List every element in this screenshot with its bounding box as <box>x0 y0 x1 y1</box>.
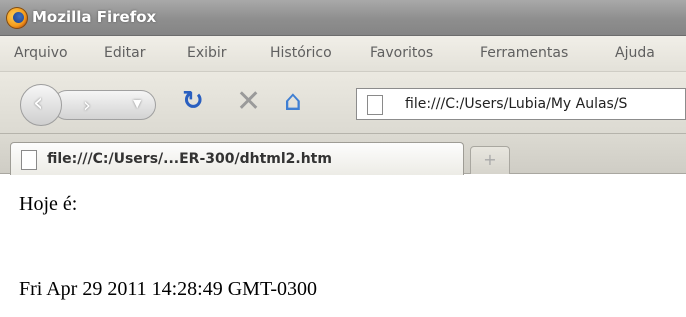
back-arrow-icon: ‹ <box>33 88 44 118</box>
menu-exibir[interactable]: Exibir <box>187 45 227 61</box>
reload-icon[interactable]: ↻ <box>182 86 204 116</box>
home-icon[interactable]: ⌂ <box>284 84 302 117</box>
window-title: Mozilla Firefox <box>32 8 157 26</box>
back-forward-group: › ▼ ‹ <box>20 84 156 126</box>
chevron-down-icon[interactable]: ▼ <box>133 97 141 110</box>
stop-icon[interactable]: ✕ <box>236 84 261 119</box>
menu-arquivo[interactable]: Arquivo <box>14 45 68 61</box>
menu-favoritos[interactable]: Favoritos <box>370 45 433 61</box>
content-label: Hoje é: <box>19 193 78 215</box>
plus-icon: + <box>483 150 497 169</box>
window-titlebar: Mozilla Firefox <box>0 0 686 36</box>
new-tab-button[interactable]: + <box>470 146 510 174</box>
tab-active[interactable]: file:///C:/Users/...ER-300/dhtml2.htm <box>10 142 464 176</box>
tab-label: file:///C:/Users/...ER-300/dhtml2.htm <box>47 151 332 167</box>
content-date: Fri Apr 29 2011 14:28:49 GMT-0300 <box>19 278 317 300</box>
url-input[interactable]: file:///C:/Users/Lubia/My Aulas/S <box>405 96 627 112</box>
tab-bar: file:///C:/Users/...ER-300/dhtml2.htm + <box>0 134 686 176</box>
firefox-logo-icon <box>6 7 28 29</box>
url-bar[interactable]: file:///C:/Users/Lubia/My Aulas/S <box>356 88 686 120</box>
navigation-toolbar: › ▼ ‹ ↻ ✕ ⌂ file:///C:/Users/Lubia/My Au… <box>0 72 686 134</box>
menu-editar[interactable]: Editar <box>104 45 145 61</box>
back-button[interactable]: ‹ <box>20 84 62 126</box>
menu-bar: Arquivo Editar Exibir Histórico Favorito… <box>0 36 686 72</box>
menu-historico[interactable]: Histórico <box>270 45 332 61</box>
forward-button[interactable]: › ▼ <box>52 90 156 120</box>
menu-ajuda[interactable]: Ajuda <box>615 45 655 61</box>
page-icon <box>367 95 383 115</box>
menu-ferramentas[interactable]: Ferramentas <box>480 45 568 61</box>
tab-page-icon <box>21 150 37 170</box>
forward-arrow-icon: › <box>83 93 91 117</box>
page-content: Hoje é: Fri Apr 29 2011 14:28:49 GMT-030… <box>0 175 686 317</box>
